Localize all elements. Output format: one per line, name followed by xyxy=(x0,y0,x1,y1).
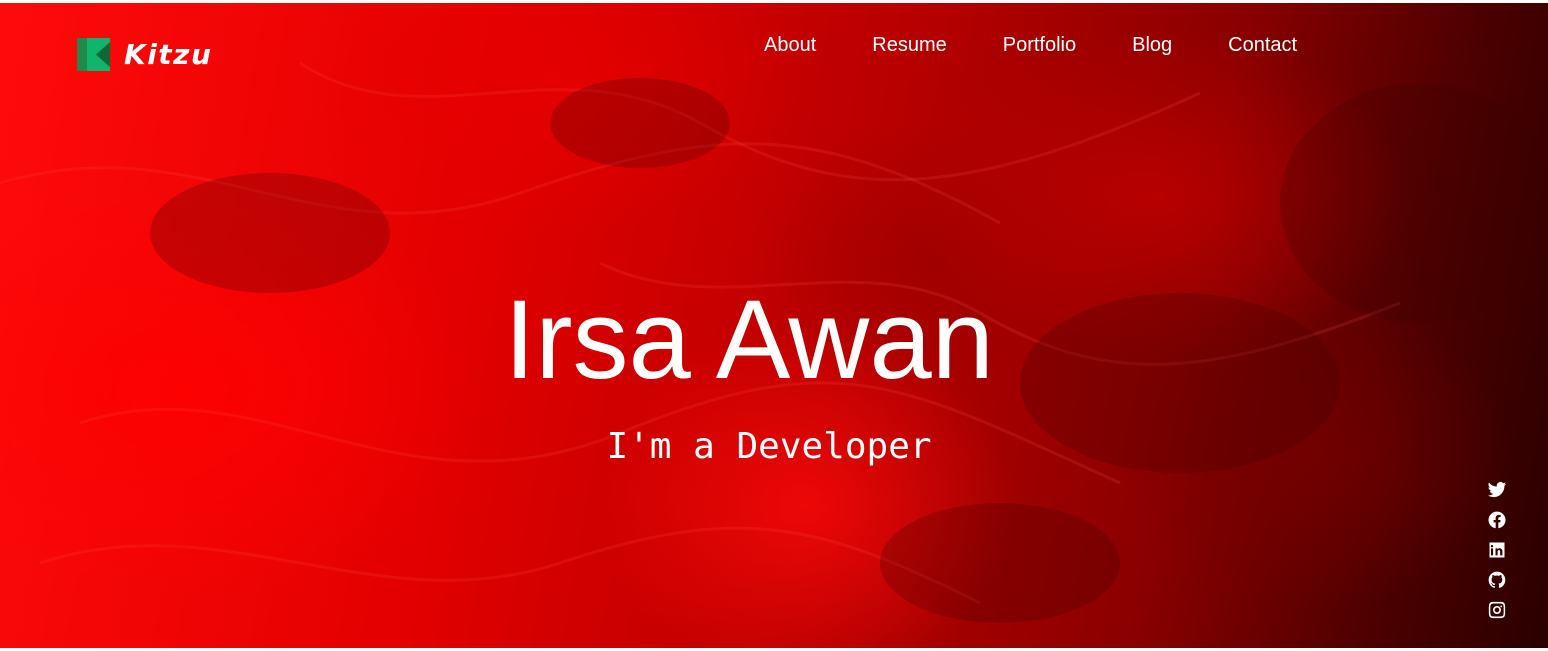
hero-tagline: I'm a Developer xyxy=(606,426,932,467)
nav-about[interactable]: About xyxy=(764,33,816,57)
nav-blog[interactable]: Blog xyxy=(1132,33,1172,57)
kitzu-k-logo-icon xyxy=(77,38,110,71)
twitter-icon xyxy=(1487,482,1507,498)
main-nav: About Resume Portfolio Blog Contact xyxy=(764,33,1297,57)
nav-contact[interactable]: Contact xyxy=(1228,33,1297,57)
hero-section: Kitzu About Resume Portfolio Blog Contac… xyxy=(0,3,1548,648)
github-link[interactable] xyxy=(1487,570,1507,590)
nav-portfolio[interactable]: Portfolio xyxy=(1003,33,1076,57)
hero-name: Irsa Awan xyxy=(504,277,994,402)
github-icon xyxy=(1488,571,1506,588)
instagram-icon xyxy=(1488,601,1506,619)
brand-name: Kitzu xyxy=(124,38,213,71)
social-links xyxy=(1487,480,1507,620)
twitter-link[interactable] xyxy=(1487,480,1507,500)
linkedin-link[interactable] xyxy=(1487,540,1507,560)
instagram-link[interactable] xyxy=(1487,600,1507,620)
brand-logo[interactable]: Kitzu xyxy=(77,38,212,71)
linkedin-icon xyxy=(1489,542,1505,558)
nav-resume[interactable]: Resume xyxy=(872,33,946,57)
facebook-icon xyxy=(1488,511,1506,529)
facebook-link[interactable] xyxy=(1487,510,1507,530)
